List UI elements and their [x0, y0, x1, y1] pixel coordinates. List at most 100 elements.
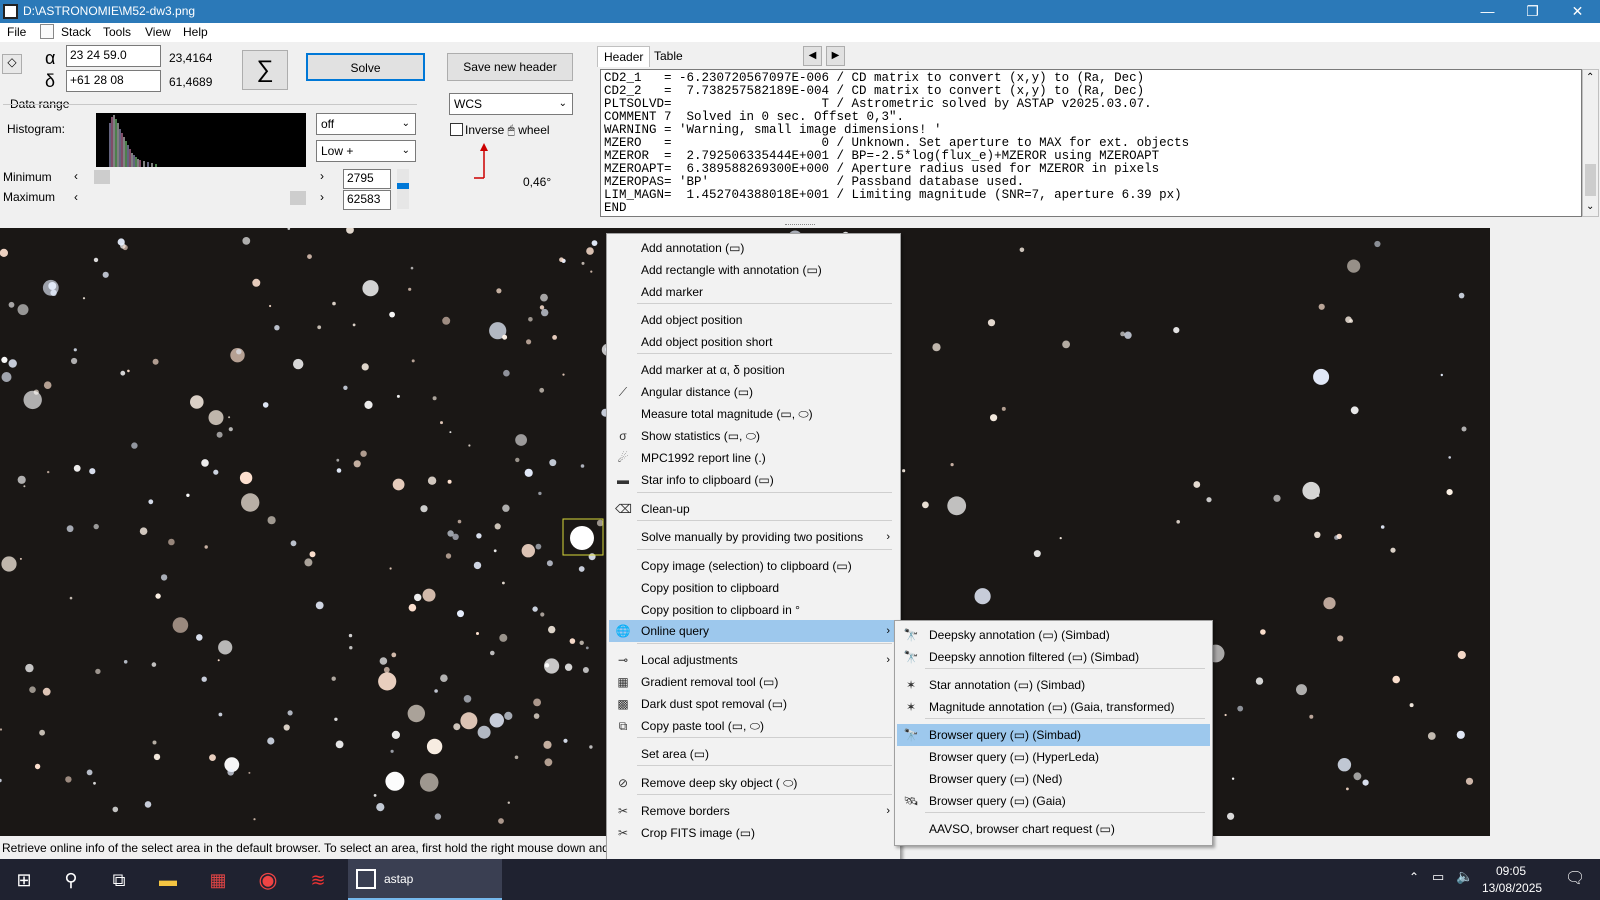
stretch-select[interactable]: off ⌄ — [316, 113, 416, 135]
minimum-slider-thumb[interactable] — [94, 170, 111, 184]
menu-view[interactable]: View — [145, 25, 171, 39]
splitter-handle[interactable] — [785, 224, 815, 227]
menu-item-label: Online query — [641, 624, 710, 638]
minimum-slider[interactable] — [86, 170, 314, 184]
menu-item-icon: 🔭 — [903, 650, 919, 664]
context-menu-item[interactable]: Add object position short — [609, 331, 898, 353]
tab-next-icon[interactable]: ▶ — [826, 46, 845, 66]
save-new-header-button[interactable]: Save new header — [447, 53, 573, 81]
tab-table[interactable]: Table — [648, 46, 689, 67]
context-menu-item[interactable]: Add object position — [609, 309, 898, 331]
menu-item-label: Add marker — [641, 285, 704, 299]
submenu-item[interactable]: Browser query (▭) (Ned) — [897, 768, 1210, 790]
title-bar: D:\ASTRONOMIE\M52-dw3.png — ❐ ✕ — [0, 0, 1600, 23]
app-red-icon[interactable]: ≋ — [305, 867, 331, 893]
context-menu-item[interactable]: ▦ Gradient removal tool (▭) — [609, 671, 898, 693]
max-left-arrow-icon[interactable]: ‹ — [74, 190, 78, 204]
min-left-arrow-icon[interactable]: ‹ — [74, 169, 78, 183]
maximum-slider-thumb[interactable] — [289, 191, 306, 205]
menu-stack[interactable]: Stack — [61, 25, 91, 39]
context-menu-item[interactable]: ☄ MPC1992 report line (.) — [609, 447, 898, 469]
file-explorer-icon[interactable]: ▬ — [155, 867, 181, 893]
submenu-item[interactable]: 🔭 Deepsky annotion filtered (▭) (Simbad) — [897, 646, 1210, 668]
fits-header-text[interactable]: CD2_1 = -6.230720567097E-006 / CD matrix… — [600, 69, 1582, 217]
maximum-slider[interactable] — [86, 191, 314, 205]
task-view-icon[interactable]: ⧉ — [106, 867, 132, 893]
context-menu-item[interactable]: Add marker at α, δ position — [609, 359, 898, 381]
menu-item-icon: 🛰 — [903, 794, 919, 808]
context-menu-item[interactable]: ✂ Crop FITS image (▭) — [609, 822, 898, 844]
clock-time[interactable]: 09:05 — [1496, 864, 1526, 878]
scroll-down-icon[interactable]: ⌄ — [1586, 201, 1594, 212]
context-menu-item[interactable]: Add annotation (▭) — [609, 237, 898, 259]
wcs-value: WCS — [454, 97, 482, 111]
tab-prev-icon[interactable]: ◀ — [803, 46, 822, 66]
submenu-item[interactable]: 🔭 Deepsky annotation (▭) (Simbad) — [897, 624, 1210, 646]
menu-item-label: Set area (▭) — [641, 747, 710, 761]
windows-start-icon[interactable]: ⊞ — [11, 867, 37, 893]
context-menu-item[interactable]: ⊸ Local adjustments › — [609, 649, 898, 671]
chevron-down-icon: ⌄ — [401, 145, 410, 156]
range-select[interactable]: Low + ⌄ — [316, 140, 416, 162]
max-right-arrow-icon[interactable]: › — [320, 190, 324, 204]
menu-tools[interactable]: Tools — [103, 25, 131, 39]
header-scrollbar[interactable]: ⌃ ⌄ — [1582, 69, 1599, 217]
minimum-input[interactable]: 2795 — [343, 169, 391, 189]
calendar-app-icon[interactable]: ▦ — [205, 867, 231, 893]
menu-help[interactable]: Help — [183, 25, 208, 39]
clock-date[interactable]: 13/08/2025 — [1482, 881, 1542, 895]
context-menu-item[interactable]: ▬ Star info to clipboard (▭) — [609, 469, 898, 491]
context-menu-item[interactable]: ⟋ Angular distance (▭) — [609, 381, 898, 403]
minimize-button[interactable]: — — [1465, 0, 1510, 23]
chrome-icon[interactable]: ◉ — [255, 867, 281, 893]
context-menu-item[interactable]: Copy image (selection) to clipboard (▭) — [609, 555, 898, 577]
astap-icon — [356, 869, 376, 889]
close-button[interactable]: ✕ — [1555, 0, 1600, 23]
menu-file[interactable]: File — [7, 25, 26, 39]
context-menu-item[interactable]: Copy position to clipboard in ° — [609, 599, 898, 621]
notification-icon[interactable]: 🗨 — [1565, 868, 1585, 888]
submenu-item[interactable]: Browser query (▭) (HyperLeda) — [897, 746, 1210, 768]
ra-input[interactable]: 23 24 59.0 — [66, 45, 161, 67]
scroll-thumb[interactable] — [1585, 164, 1596, 196]
context-menu-item[interactable]: Copy position to clipboard — [609, 577, 898, 599]
dec-input[interactable]: +61 28 08 — [66, 70, 161, 92]
taskbar-astap[interactable]: astap — [348, 859, 502, 900]
menu-item-label: Angular distance (▭) — [641, 385, 754, 399]
range-updown[interactable] — [397, 169, 409, 209]
context-menu-item[interactable]: 🌐 Online query › — [609, 620, 898, 642]
context-menu-item[interactable]: ⧉ Copy paste tool (▭, ⬭) — [609, 715, 898, 737]
volume-icon[interactable]: 🔈 — [1456, 868, 1473, 885]
tab-header[interactable]: Header — [597, 46, 651, 67]
context-menu-item[interactable]: ✂ Remove borders › — [609, 800, 898, 822]
solve-button[interactable]: Solve — [306, 53, 425, 81]
context-menu-item[interactable]: Solve manually by providing two position… — [609, 526, 898, 548]
menu-item-icon: ⊘ — [617, 776, 629, 790]
scroll-up-icon[interactable]: ⌃ — [1586, 72, 1594, 83]
chevron-up-icon[interactable]: ⌃ — [1409, 870, 1419, 884]
network-icon[interactable]: ▭ — [1432, 869, 1444, 885]
context-menu-item[interactable]: ⌫ Clean-up — [609, 498, 898, 520]
submenu-item[interactable]: 🛰 Browser query (▭) (Gaia) — [897, 790, 1210, 812]
maximum-input[interactable]: 62583 — [343, 190, 391, 210]
sigma-button[interactable]: ∑ — [242, 50, 288, 90]
restore-button[interactable]: ❐ — [1510, 0, 1555, 23]
context-menu-item[interactable]: Measure total magnitude (▭, ⬭) — [609, 403, 898, 425]
search-icon[interactable]: ⚲ — [58, 867, 84, 893]
context-menu-item[interactable]: ⊘ Remove deep sky object ( ⬭) — [609, 772, 898, 794]
online-query-submenu: 🔭 Deepsky annotation (▭) (Simbad) 🔭 Deepsky… — [894, 620, 1213, 846]
context-menu-item[interactable]: Set area (▭) — [609, 743, 898, 765]
context-menu-item[interactable]: Add marker — [609, 281, 898, 303]
submenu-item[interactable]: ✶ Star annotation (▭) (Simbad) — [897, 674, 1210, 696]
wcs-select[interactable]: WCS ⌄ — [449, 93, 573, 115]
context-menu-item[interactable]: σ Show statistics (▭, ⬭) — [609, 425, 898, 447]
menu-item-label: Add object position — [641, 313, 743, 327]
min-right-arrow-icon[interactable]: › — [320, 169, 324, 183]
diamond-icon[interactable]: ◇ — [2, 54, 22, 74]
submenu-item[interactable]: 🔭 Browser query (▭) (Simbad) — [897, 724, 1210, 746]
submenu-item[interactable]: ✶ Magnitude annotation (▭) (Gaia, transfo… — [897, 696, 1210, 718]
context-menu-item[interactable]: Add rectangle with annotation (▭) — [609, 259, 898, 281]
inverse-wheel-checkbox[interactable] — [450, 123, 463, 136]
submenu-item[interactable]: AAVSO, browser chart request (▭) — [897, 818, 1210, 840]
context-menu-item[interactable]: ▩ Dark dust spot removal (▭) — [609, 693, 898, 715]
